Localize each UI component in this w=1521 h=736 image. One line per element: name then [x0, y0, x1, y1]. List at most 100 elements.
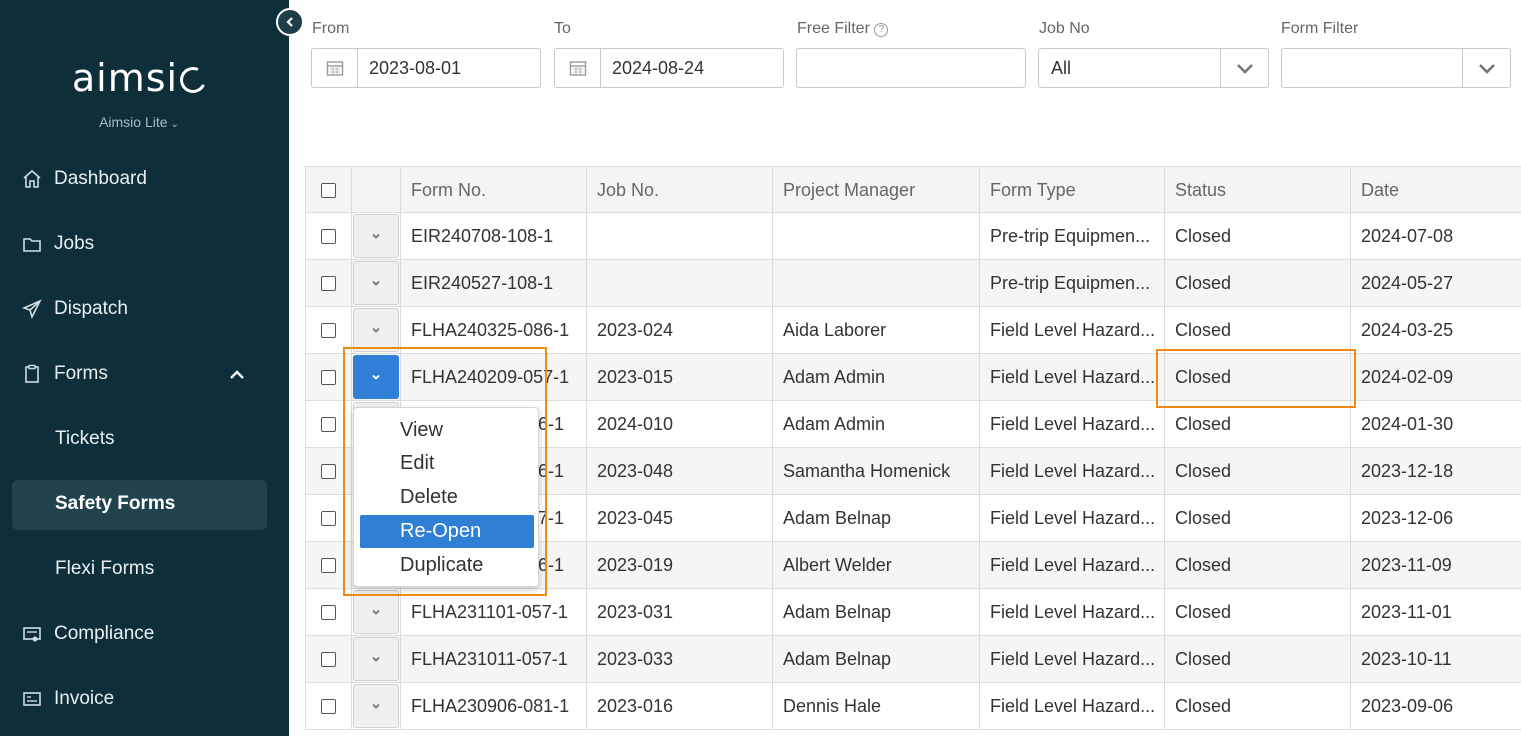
from-date-field[interactable]: 2023-08-01	[311, 48, 541, 88]
cell-status: Closed	[1164, 542, 1350, 588]
sidebar-item-invoice[interactable]: Invoice	[22, 684, 114, 714]
select-all-checkbox[interactable]	[321, 182, 336, 198]
home-icon	[23, 169, 41, 188]
cell-project-manager	[772, 213, 979, 259]
calendar-icon	[569, 61, 586, 76]
row-actions-button[interactable]	[353, 261, 399, 305]
cell-form-type: Field Level Hazard...	[979, 495, 1164, 541]
sidebar-item-forms[interactable]: Forms	[22, 359, 108, 389]
cell-job-no: 2023-016	[586, 683, 772, 729]
cell-status: Closed	[1164, 260, 1350, 306]
table-row[interactable]: EIR240708-108-1 Pre-trip Equipmen... Close…	[305, 213, 1521, 260]
column-header-project-manager[interactable]: Project Manager	[772, 167, 979, 213]
column-header-date[interactable]: Date	[1350, 167, 1521, 213]
cell-form-no[interactable]: FLHA240209-057-1	[400, 354, 586, 400]
row-checkbox[interactable]	[321, 698, 336, 714]
row-checkbox[interactable]	[321, 651, 336, 667]
row-checkbox[interactable]	[321, 416, 336, 432]
cell-status: Closed	[1164, 495, 1350, 541]
table-row[interactable]: FLHA230906-081-1 2023-016 Dennis Hale Field…	[305, 683, 1521, 730]
row-actions-button[interactable]	[353, 214, 399, 258]
sidebar-item-label: Invoice	[54, 688, 115, 709]
cell-status: Closed	[1164, 589, 1350, 635]
row-checkbox[interactable]	[321, 228, 336, 244]
collapse-sidebar-button[interactable]	[276, 8, 304, 36]
free-filter-input[interactable]	[796, 48, 1026, 88]
cell-date: 2023-11-09	[1350, 542, 1521, 588]
cell-status: Closed	[1164, 448, 1350, 494]
sidebar-item-tickets[interactable]: Tickets	[55, 428, 114, 450]
table-row[interactable]: FLHA240325-086-1 2023-024 Aida Laborer Fiel…	[305, 307, 1521, 354]
plan-switcher[interactable]: Aimsio Lite ⌄	[0, 114, 278, 130]
sidebar-item-safety-forms[interactable]: Safety Forms	[12, 480, 267, 530]
menu-item-delete[interactable]: Delete	[360, 481, 534, 514]
table-row[interactable]: FLHA231011-057-1 2023-033 Adam Belnap Field…	[305, 636, 1521, 683]
cell-job-no: 2023-033	[586, 636, 772, 682]
chevron-up-icon[interactable]	[228, 366, 246, 384]
row-checkbox[interactable]	[321, 369, 336, 385]
row-checkbox[interactable]	[321, 322, 336, 338]
row-checkbox[interactable]	[321, 463, 336, 479]
menu-item-re-open[interactable]: Re-Open	[360, 515, 534, 548]
aimsio-logo[interactable]: aimsi	[0, 56, 278, 100]
folder-icon	[23, 238, 41, 252]
cell-form-type: Pre-trip Equipmen...	[979, 260, 1164, 306]
form-filter-select[interactable]	[1281, 48, 1511, 88]
sidebar-item-dispatch[interactable]: Dispatch	[22, 294, 128, 324]
chevron-down-icon	[372, 374, 380, 380]
chevron-down-icon	[372, 280, 380, 286]
cell-form-no[interactable]: EIR240527-108-1	[400, 260, 586, 306]
sidebar-item-label: Compliance	[54, 623, 155, 644]
cell-date: 2023-10-11	[1350, 636, 1521, 682]
sidebar-item-jobs[interactable]: Jobs	[22, 229, 94, 259]
sidebar-item-compliance[interactable]: Compliance	[22, 619, 154, 649]
row-actions-button[interactable]	[353, 308, 399, 352]
cell-form-no[interactable]: EIR240708-108-1	[400, 213, 586, 259]
row-actions-button[interactable]	[353, 637, 399, 681]
cell-project-manager: Aida Laborer	[772, 307, 979, 353]
cell-job-no	[586, 213, 772, 259]
certificate-icon	[23, 627, 41, 642]
sidebar-item-flexi-forms[interactable]: Flexi Forms	[55, 558, 154, 580]
cell-date: 2024-01-30	[1350, 401, 1521, 447]
table-row[interactable]: FLHA231101-057-1 2023-031 Adam Belnap Field…	[305, 589, 1521, 636]
sidebar-item-label: Dashboard	[54, 168, 147, 189]
row-actions-button[interactable]	[353, 355, 399, 399]
clipboard-icon	[25, 364, 39, 383]
menu-item-view[interactable]: View	[360, 414, 534, 447]
chevron-down-icon	[372, 609, 380, 615]
job-no-value: All	[1051, 58, 1072, 78]
help-icon[interactable]: ?	[874, 23, 889, 37]
row-checkbox[interactable]	[321, 510, 336, 526]
cell-date: 2023-09-06	[1350, 683, 1521, 729]
cell-form-type: Field Level Hazard...	[979, 683, 1164, 729]
column-header-form-no[interactable]: Form No.	[400, 167, 586, 213]
row-checkbox[interactable]	[321, 604, 336, 620]
table-row[interactable]: EIR240527-108-1 Pre-trip Equipmen... Close…	[305, 260, 1521, 307]
invoice-icon	[23, 692, 41, 706]
cell-form-no[interactable]: FLHA231011-057-1	[400, 636, 586, 682]
cell-date: 2024-05-27	[1350, 260, 1521, 306]
row-actions-button[interactable]	[353, 684, 399, 728]
column-header-form-type[interactable]: Form Type	[979, 167, 1164, 213]
sidebar-item-dashboard[interactable]: Dashboard	[22, 164, 147, 194]
cell-form-no[interactable]: FLHA230906-081-1	[400, 683, 586, 729]
sidebar-item-label: Dispatch	[54, 298, 128, 319]
column-header-status[interactable]: Status	[1164, 167, 1350, 213]
row-checkbox[interactable]	[321, 557, 336, 573]
cell-form-type: Field Level Hazard...	[979, 448, 1164, 494]
job-no-select[interactable]: All	[1038, 48, 1269, 88]
row-checkbox[interactable]	[321, 275, 336, 291]
cell-form-no[interactable]: FLHA240325-086-1	[400, 307, 586, 353]
table-row[interactable]: FLHA240209-057-1 2023-015 Adam Admin Field …	[305, 354, 1521, 401]
cell-form-no[interactable]: FLHA231101-057-1	[400, 589, 586, 635]
menu-item-duplicate[interactable]: Duplicate	[360, 549, 534, 582]
row-actions-button[interactable]	[353, 590, 399, 634]
chevron-down-icon	[372, 327, 380, 333]
column-header-job-no[interactable]: Job No.	[586, 167, 772, 213]
to-date-field[interactable]: 2024-08-24	[554, 48, 784, 88]
cell-job-no: 2023-015	[586, 354, 772, 400]
menu-item-edit[interactable]: Edit	[360, 447, 534, 480]
cell-project-manager: Adam Admin	[772, 354, 979, 400]
cell-date: 2024-02-09	[1350, 354, 1521, 400]
